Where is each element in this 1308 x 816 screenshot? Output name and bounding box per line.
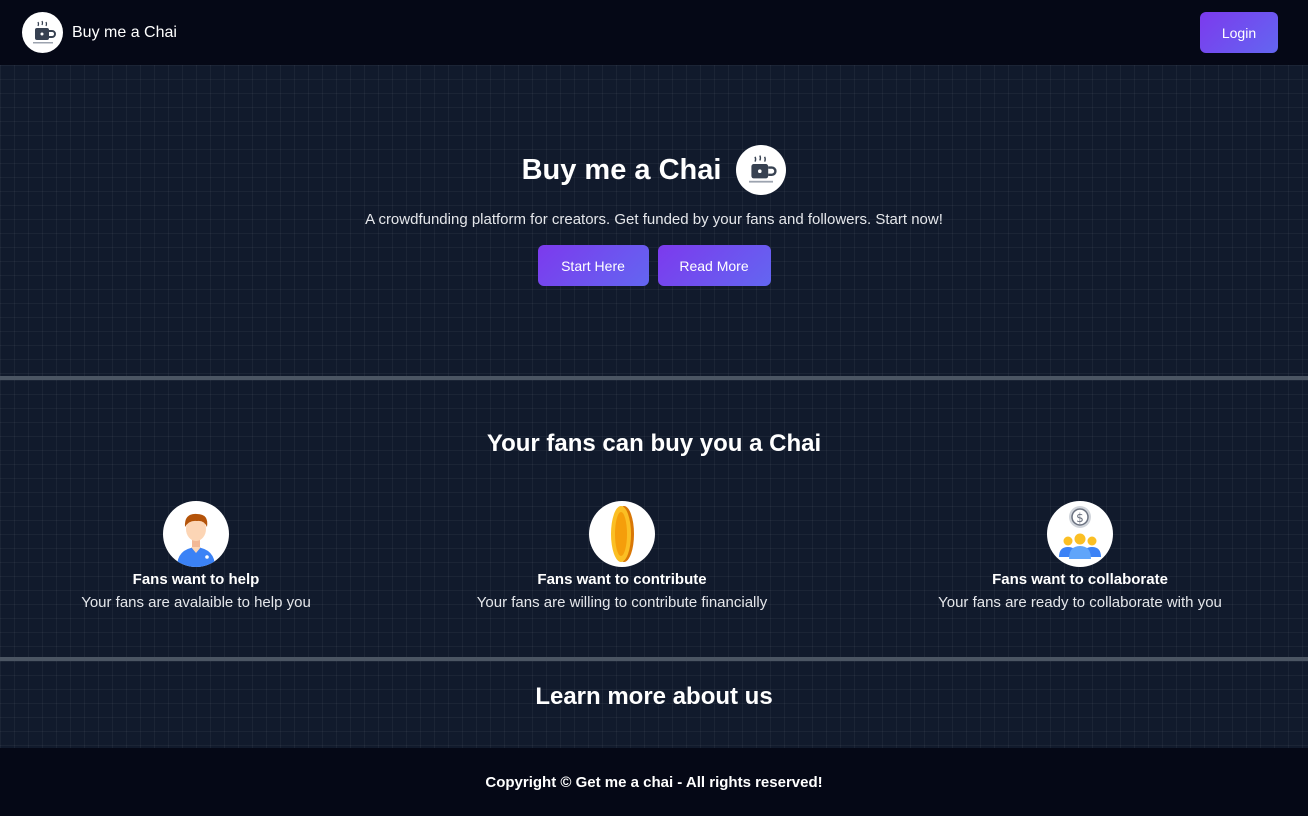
fans-section-title: Your fans can buy you a Chai xyxy=(486,430,822,457)
svg-text:$: $ xyxy=(1076,511,1084,525)
feature-contribute: Fans want to contribute Your fans are wi… xyxy=(412,501,832,611)
brand-name: Buy me a Chai xyxy=(72,23,177,41)
feature-description: Your fans are avalaible to help you xyxy=(81,594,311,611)
group-money-icon: $ xyxy=(1047,501,1113,567)
copyright-text: Copyright © Get me a chai - All rights r… xyxy=(485,773,823,791)
start-here-button[interactable]: Start Here xyxy=(537,245,649,286)
hero-section: Buy me a Chai A crowdfunding platform fo… xyxy=(0,65,1308,376)
feature-title: Fans want to contribute xyxy=(537,571,707,588)
learn-more-section: Learn more about us xyxy=(0,661,1308,748)
chai-cup-icon xyxy=(736,145,787,195)
navbar: Buy me a Chai Login xyxy=(0,0,1308,65)
feature-description: Your fans are willing to contribute fina… xyxy=(476,594,768,611)
feature-collaborate: $ Fans want to collaborate Your fans are… xyxy=(870,501,1290,611)
feature-title: Fans want to collaborate xyxy=(992,571,1168,588)
hero-title: Buy me a Chai xyxy=(521,153,722,186)
learn-more-title: Learn more about us xyxy=(535,683,773,710)
read-more-button[interactable]: Read More xyxy=(657,245,771,286)
footer: Copyright © Get me a chai - All rights r… xyxy=(0,748,1308,816)
hero-buttons: Start Here Read More xyxy=(0,245,1308,286)
fans-section: Your fans can buy you a Chai Fans want t… xyxy=(0,380,1308,657)
feature-help: Fans want to help Your fans are avalaibl… xyxy=(0,501,406,611)
login-button[interactable]: Login xyxy=(1200,12,1278,53)
man-avatar-icon xyxy=(163,501,229,567)
chai-cup-icon xyxy=(22,12,63,53)
feature-title: Fans want to help xyxy=(132,571,260,588)
gold-coin-icon xyxy=(589,501,655,567)
hero-title-row: Buy me a Chai xyxy=(0,145,1308,195)
hero-subtitle: A crowdfunding platform for creators. Ge… xyxy=(365,211,943,228)
brand[interactable]: Buy me a Chai xyxy=(22,12,177,53)
feature-description: Your fans are ready to collaborate with … xyxy=(938,594,1222,611)
